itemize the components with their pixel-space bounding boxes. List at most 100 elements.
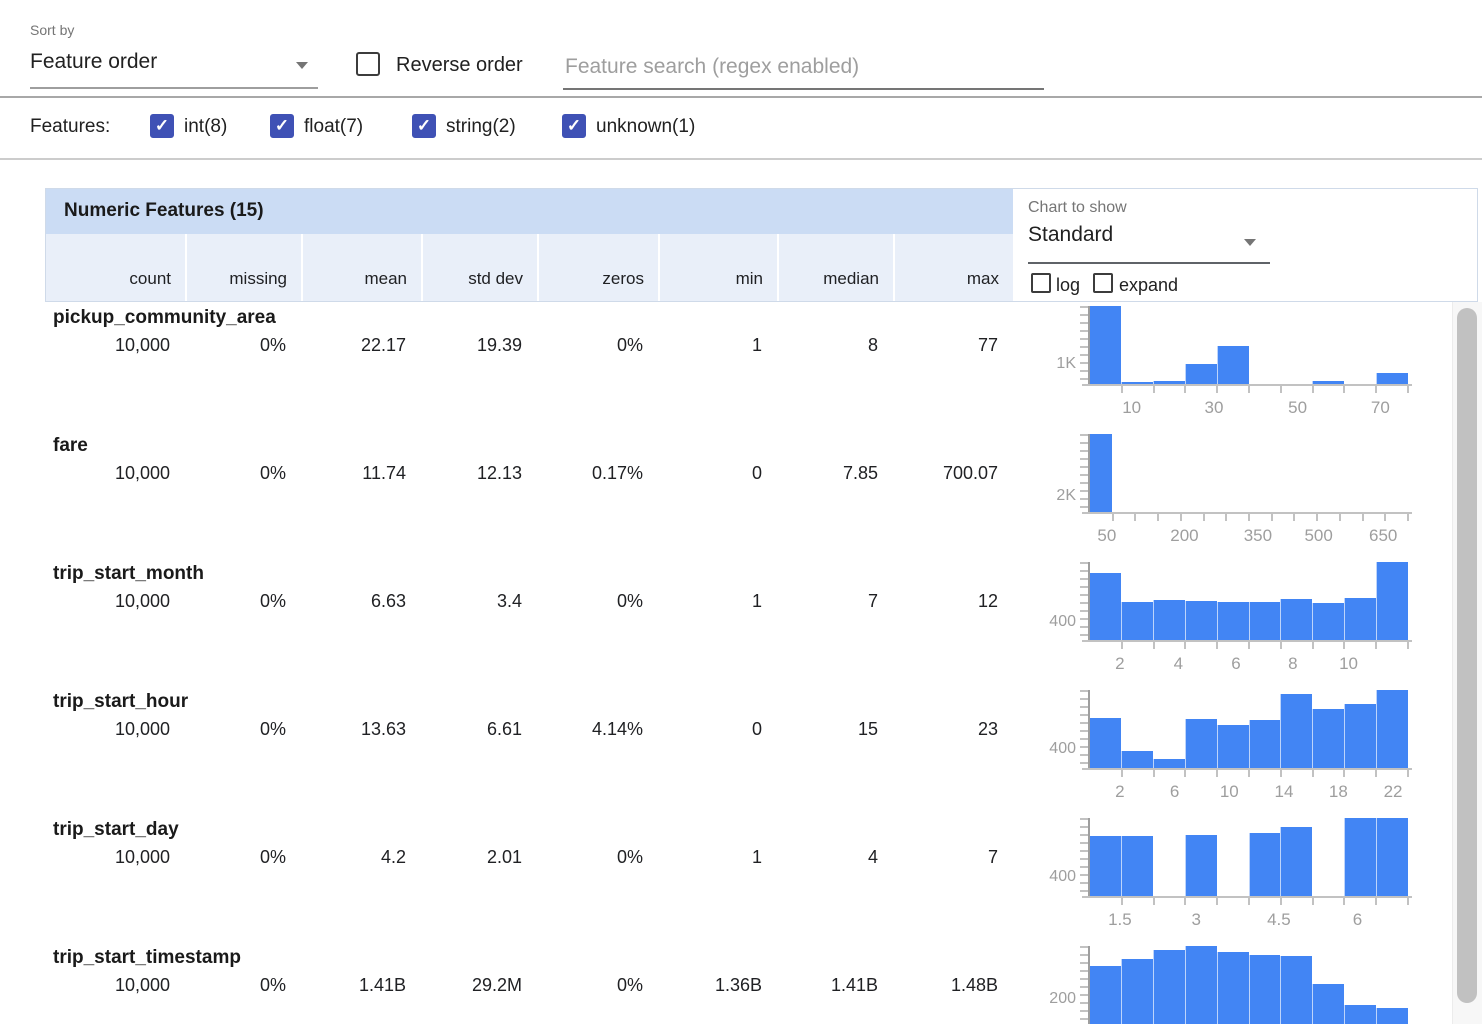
histogram-bars: [1090, 946, 1408, 1024]
histogram-bar[interactable]: [1280, 956, 1312, 1024]
log-label[interactable]: log: [1056, 275, 1080, 296]
histogram-bar[interactable]: [1249, 955, 1281, 1024]
x-axis-line: [1082, 768, 1412, 770]
stat-missing: 0%: [184, 591, 300, 612]
filter-checkbox-float[interactable]: ✓: [270, 114, 294, 138]
x-axis-tick-label: 50: [1097, 526, 1116, 546]
x-axis-tick: [1280, 770, 1282, 777]
filter-checkbox-string[interactable]: ✓: [412, 114, 436, 138]
histogram-bar[interactable]: [1121, 602, 1153, 640]
histogram-bar[interactable]: [1217, 952, 1249, 1024]
filter-checkbox-unknown[interactable]: ✓: [562, 114, 586, 138]
scrollbar-track[interactable]: [1452, 302, 1482, 1024]
histogram-bar[interactable]: [1376, 818, 1408, 896]
histogram-bar[interactable]: [1217, 346, 1249, 384]
y-axis-label: 1K: [1030, 355, 1076, 373]
histogram-bar[interactable]: [1090, 434, 1112, 512]
x-axis-tick: [1375, 642, 1377, 649]
chart-to-show-dropdown[interactable]: Standard: [1028, 223, 1113, 247]
histogram-bar[interactable]: [1185, 601, 1217, 640]
feature-search-input[interactable]: [563, 46, 1044, 90]
x-axis-tick: [1121, 642, 1123, 649]
expand-label[interactable]: expand: [1119, 275, 1178, 296]
histogram-bar[interactable]: [1153, 600, 1185, 640]
filter-checkbox-int[interactable]: ✓: [150, 114, 174, 138]
histogram-bar[interactable]: [1249, 602, 1281, 640]
histogram-bar[interactable]: [1312, 603, 1344, 640]
x-axis-tick: [1343, 770, 1345, 777]
x-axis-tick: [1375, 898, 1377, 905]
stat-median: 15: [776, 719, 892, 740]
x-axis-tick: [1280, 386, 1282, 393]
histogram-bar[interactable]: [1153, 950, 1185, 1024]
stat-median: 8: [776, 335, 892, 356]
histogram[interactable]: 1K10305070: [1030, 302, 1460, 430]
chevron-down-icon[interactable]: [296, 62, 308, 69]
sort-by-dropdown[interactable]: Feature order: [30, 50, 157, 74]
histogram-bar[interactable]: [1185, 719, 1217, 768]
histogram-bar[interactable]: [1217, 602, 1249, 640]
histogram[interactable]: 4001.534.56: [1030, 814, 1460, 942]
histogram-bar[interactable]: [1376, 1008, 1408, 1024]
filter-label[interactable]: float(7): [304, 116, 363, 138]
stat-missing: 0%: [184, 975, 300, 996]
histogram-bar[interactable]: [1280, 694, 1312, 768]
x-axis-tick: [1184, 898, 1186, 905]
filter-label[interactable]: int(8): [184, 116, 227, 138]
histogram-bar[interactable]: [1153, 759, 1185, 768]
feature-name: trip_start_day: [53, 819, 179, 841]
chevron-down-icon[interactable]: [1244, 239, 1256, 246]
x-axis-tick-label: 1.5: [1108, 910, 1132, 930]
reverse-order-checkbox[interactable]: [356, 52, 380, 76]
x-axis-tick: [1375, 770, 1377, 777]
histogram-bar[interactable]: [1121, 836, 1153, 896]
histogram-bar[interactable]: [1376, 562, 1408, 640]
x-axis-tick-label: 3: [1191, 910, 1200, 930]
x-axis-tick: [1248, 514, 1250, 521]
stats-column-headers: countmissingmeanstd devzerosminmedianmax: [46, 234, 1013, 301]
histogram-bar[interactable]: [1090, 306, 1121, 384]
histogram-bar[interactable]: [1090, 966, 1121, 1024]
histogram[interactable]: 4002610141822: [1030, 686, 1460, 814]
feature-stats: 10,0000%11.7412.130.17%07.85700.07: [45, 463, 1012, 484]
histogram-bar[interactable]: [1121, 382, 1153, 384]
filter-label[interactable]: string(2): [446, 116, 516, 138]
expand-checkbox[interactable]: [1093, 273, 1113, 293]
histogram-bar[interactable]: [1121, 751, 1153, 768]
histogram-bar[interactable]: [1090, 718, 1121, 768]
histogram-bar[interactable]: [1185, 946, 1217, 1024]
histogram-bar[interactable]: [1121, 959, 1153, 1024]
histogram-bar[interactable]: [1376, 373, 1408, 384]
histogram-bar[interactable]: [1344, 598, 1376, 640]
histogram-bar[interactable]: [1344, 818, 1376, 896]
histogram-bar[interactable]: [1376, 690, 1408, 768]
y-axis-label: 2K: [1030, 487, 1076, 505]
histogram[interactable]: 2K50200350500650: [1030, 430, 1460, 558]
histogram-bar[interactable]: [1312, 709, 1344, 768]
histogram-bar[interactable]: [1185, 835, 1217, 896]
histogram[interactable]: 400246810: [1030, 558, 1460, 686]
x-axis-tick: [1407, 514, 1409, 521]
histogram-bar[interactable]: [1249, 720, 1281, 768]
column-header-min: min: [658, 234, 777, 301]
scrollbar-thumb[interactable]: [1457, 308, 1477, 1003]
histogram-bar[interactable]: [1090, 573, 1121, 640]
feature-stats: 10,0000%1.41B29.2M0%1.36B1.41B1.48B: [45, 975, 1012, 996]
histogram-bar[interactable]: [1280, 827, 1312, 896]
histogram-bar[interactable]: [1312, 984, 1344, 1024]
reverse-order-label[interactable]: Reverse order: [396, 54, 523, 77]
histogram-bar[interactable]: [1090, 836, 1121, 896]
log-checkbox[interactable]: [1031, 273, 1051, 293]
histogram-bar[interactable]: [1312, 381, 1344, 384]
x-axis-tick-label: 4.5: [1267, 910, 1291, 930]
filter-label[interactable]: unknown(1): [596, 116, 695, 138]
histogram-bar[interactable]: [1249, 833, 1281, 896]
histogram-bar[interactable]: [1217, 725, 1249, 768]
histogram[interactable]: 200: [1030, 942, 1460, 1024]
histogram-bar[interactable]: [1344, 704, 1376, 768]
histogram-bar[interactable]: [1153, 381, 1185, 384]
histogram-bar[interactable]: [1280, 599, 1312, 640]
x-axis-tick-label: 14: [1275, 782, 1294, 802]
histogram-bar[interactable]: [1344, 1005, 1376, 1024]
histogram-bar[interactable]: [1185, 364, 1217, 384]
